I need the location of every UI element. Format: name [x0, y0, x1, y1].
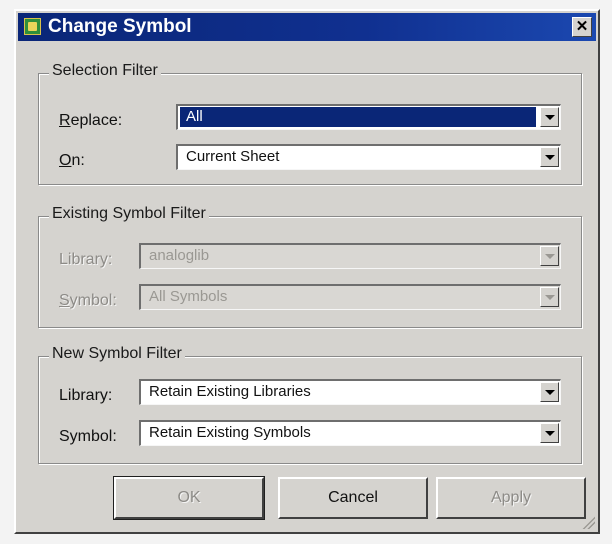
app-icon	[24, 18, 41, 35]
chevron-down-icon[interactable]	[540, 382, 559, 402]
close-icon: ✕	[575, 18, 589, 35]
chevron-down-icon[interactable]	[540, 107, 559, 127]
existing-symbol-dropdown[interactable]: All Symbols	[139, 284, 561, 310]
on-dropdown[interactable]: Current Sheet	[176, 144, 561, 170]
new-library-dropdown[interactable]: Retain Existing Libraries	[139, 379, 561, 405]
new-symbol-filter-legend: New Symbol Filter	[49, 345, 185, 363]
apply-button[interactable]: Apply	[436, 477, 586, 519]
existing-symbol-value: All Symbols	[149, 288, 228, 305]
on-label-rest: n:	[71, 152, 85, 169]
existing-library-label: Library:	[59, 251, 113, 268]
new-symbol-dropdown[interactable]: Retain Existing Symbols	[139, 420, 561, 446]
existing-symbol-label-mnemonic: S	[59, 292, 70, 309]
chevron-down-icon[interactable]	[540, 246, 559, 266]
existing-library-value: analoglib	[149, 247, 210, 264]
cancel-button[interactable]: Cancel	[278, 477, 428, 519]
existing-library-dropdown[interactable]: analoglib	[139, 243, 561, 269]
chevron-down-icon[interactable]	[540, 287, 559, 307]
replace-dropdown[interactable]: All	[176, 104, 561, 130]
new-symbol-value: Retain Existing Symbols	[149, 424, 311, 441]
ok-button[interactable]: OK	[113, 476, 265, 520]
existing-symbol-filter-group: Existing Symbol Filter Library: analogli…	[38, 205, 582, 328]
chevron-down-icon[interactable]	[540, 147, 559, 167]
chevron-down-icon[interactable]	[540, 423, 559, 443]
on-label-mnemonic: O	[59, 152, 72, 169]
close-button[interactable]: ✕	[572, 17, 592, 37]
title-bar[interactable]: Change Symbol ✕	[18, 13, 596, 41]
new-library-value: Retain Existing Libraries	[149, 383, 311, 400]
window-title: Change Symbol	[48, 16, 192, 37]
replace-label: Replace:	[59, 112, 122, 130]
existing-symbol-label-rest: ymbol:	[69, 292, 117, 309]
replace-label-mnemonic: R	[59, 112, 71, 129]
new-symbol-filter-group: New Symbol Filter Library: Retain Existi…	[38, 345, 582, 464]
new-symbol-label: Symbol:	[59, 428, 117, 445]
resize-grip-icon[interactable]	[581, 515, 595, 529]
change-symbol-dialog: Change Symbol ✕ Selection Filter Replace…	[14, 9, 600, 534]
replace-label-rest: eplace:	[70, 112, 123, 129]
on-label: On:	[59, 152, 85, 170]
existing-symbol-label: Symbol:	[59, 292, 117, 310]
existing-symbol-filter-legend: Existing Symbol Filter	[49, 205, 209, 223]
on-value: Current Sheet	[186, 148, 280, 165]
selection-filter-group: Selection Filter Replace: All On: Curren…	[38, 62, 582, 185]
new-library-label: Library:	[59, 387, 113, 404]
selection-filter-legend: Selection Filter	[49, 62, 161, 80]
replace-value: All	[180, 107, 536, 127]
